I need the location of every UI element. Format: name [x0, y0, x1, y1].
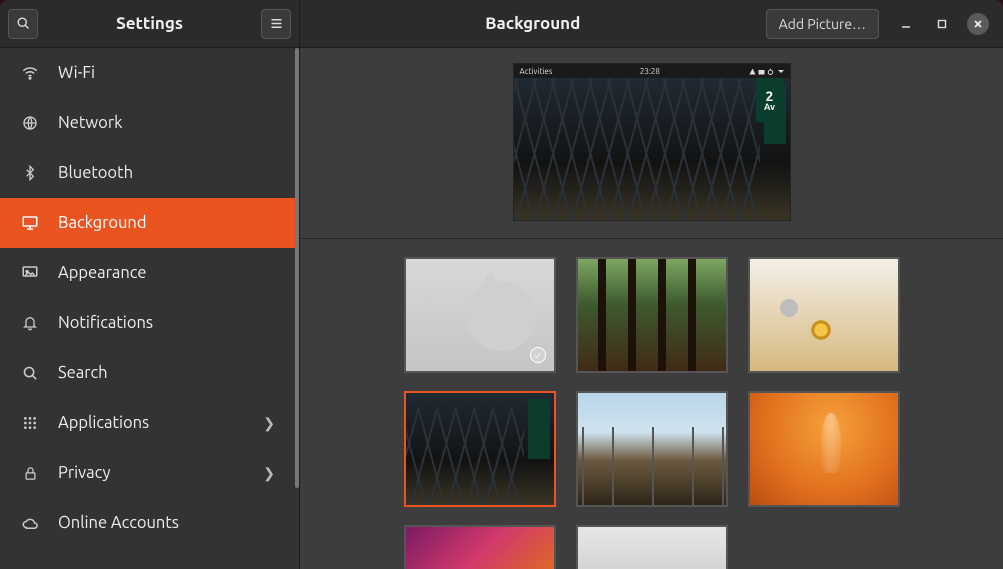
app-title: Settings: [46, 14, 253, 33]
sidebar-item-applications[interactable]: Applications ❯: [0, 398, 295, 448]
sidebar-item-bluetooth[interactable]: Bluetooth: [0, 148, 295, 198]
sidebar-item-search[interactable]: Search: [0, 348, 295, 398]
slideshow-badge-icon: ✓: [530, 347, 546, 363]
hamburger-menu-button[interactable]: [261, 9, 291, 39]
search-icon: [20, 365, 40, 382]
sidebar: Wi-Fi Network Bluetooth Background Appea: [0, 48, 300, 569]
wallpaper-art: [578, 259, 726, 371]
search-button[interactable]: [8, 9, 38, 39]
maximize-icon: [937, 19, 947, 29]
sidebar-item-notifications[interactable]: Notifications: [0, 298, 295, 348]
wallpaper-thumb-curling-stones[interactable]: [748, 257, 900, 373]
sidebar-item-label: Applications: [58, 414, 149, 432]
sidebar-scrollbar-thumb[interactable]: [295, 48, 299, 488]
preview-subway-sign: 2 Av: [756, 78, 784, 122]
preview-activities-label: Activities: [520, 67, 553, 76]
sidebar-item-label: Network: [58, 114, 122, 132]
titlebar-sidebar-zone: Settings: [0, 0, 300, 47]
content-area: Activities 23:28 2 Av: [300, 48, 1003, 569]
wallpaper-thumb-focal-cat-light[interactable]: [576, 525, 728, 569]
wallpaper-art: [750, 259, 898, 371]
sidebar-item-privacy[interactable]: Privacy ❯: [0, 448, 295, 498]
sidebar-item-label: Appearance: [58, 264, 147, 282]
wifi-icon: [20, 64, 40, 82]
current-background-preview[interactable]: Activities 23:28 2 Av: [514, 64, 790, 220]
wallpaper-thumb-orange-jellyfish[interactable]: [748, 391, 900, 507]
close-button[interactable]: [967, 13, 989, 35]
sidebar-item-background[interactable]: Background: [0, 198, 295, 248]
grid-icon: [20, 415, 40, 431]
bluetooth-icon: [20, 164, 40, 182]
window-body: Wi-Fi Network Bluetooth Background Appea: [0, 48, 1003, 569]
sidebar-item-label: Bluetooth: [58, 164, 133, 182]
preview-wallpaper-art: [514, 78, 790, 220]
panel-title: Background: [308, 14, 758, 33]
preview-clock: 23:28: [640, 67, 660, 76]
add-picture-label: Add Picture…: [779, 16, 866, 32]
wallpaper-thumb-magenta-gradient[interactable]: [404, 525, 556, 569]
sidebar-scrollbar[interactable]: [295, 48, 299, 518]
minimize-button[interactable]: [895, 13, 917, 35]
minimize-icon: [901, 19, 911, 29]
preview-sign-text: Av: [764, 103, 775, 112]
titlebar-content-zone: Background Add Picture…: [300, 0, 1003, 47]
sidebar-item-label: Wi-Fi: [58, 64, 95, 82]
titlebar: Settings Background Add Picture…: [0, 0, 1003, 48]
close-icon: [973, 19, 983, 29]
preview-status-icons: [748, 67, 784, 76]
hamburger-icon: [269, 16, 284, 31]
wallpaper-grid: ✓: [300, 239, 1003, 569]
sidebar-item-label: Online Accounts: [58, 514, 179, 532]
display-icon: [20, 214, 40, 232]
wallpaper-thumb-focal-cat-grey[interactable]: ✓: [404, 257, 556, 373]
wallpaper-art: [406, 527, 554, 569]
wallpaper-art: [750, 393, 898, 505]
globe-icon: [20, 114, 40, 132]
wallpaper-art: [578, 393, 726, 505]
wallpaper-art: [578, 527, 726, 569]
chevron-right-icon: ❯: [263, 415, 275, 432]
preview-sign-number: 2: [766, 89, 774, 103]
sidebar-item-network[interactable]: Network: [0, 98, 295, 148]
wallpaper-thumb-subway-2av[interactable]: [404, 391, 556, 507]
settings-window: Settings Background Add Picture…: [0, 0, 1003, 569]
sidebar-item-appearance[interactable]: Appearance: [0, 248, 295, 298]
sidebar-item-wifi[interactable]: Wi-Fi: [0, 48, 295, 98]
appearance-icon: [20, 264, 40, 282]
current-background-preview-row: Activities 23:28 2 Av: [300, 48, 1003, 239]
cloud-icon: [20, 516, 40, 530]
sidebar-item-label: Background: [58, 214, 147, 232]
wallpaper-art: [406, 393, 554, 505]
sidebar-scroll: Wi-Fi Network Bluetooth Background Appea: [0, 48, 295, 569]
lock-icon: [20, 465, 40, 482]
sidebar-item-label: Privacy: [58, 464, 110, 482]
preview-topbar: Activities 23:28: [514, 64, 790, 78]
window-controls: [895, 13, 989, 35]
chevron-right-icon: ❯: [263, 465, 275, 482]
wallpaper-thumb-forest-sunlight[interactable]: [576, 257, 728, 373]
sidebar-item-label: Search: [58, 364, 108, 382]
add-picture-button[interactable]: Add Picture…: [766, 9, 879, 39]
sidebar-item-label: Notifications: [58, 314, 153, 332]
bell-icon: [20, 314, 40, 332]
wallpaper-thumb-suspension-bridge[interactable]: [576, 391, 728, 507]
sidebar-item-online-accounts[interactable]: Online Accounts: [0, 498, 295, 548]
maximize-button[interactable]: [931, 13, 953, 35]
search-icon: [16, 16, 31, 31]
